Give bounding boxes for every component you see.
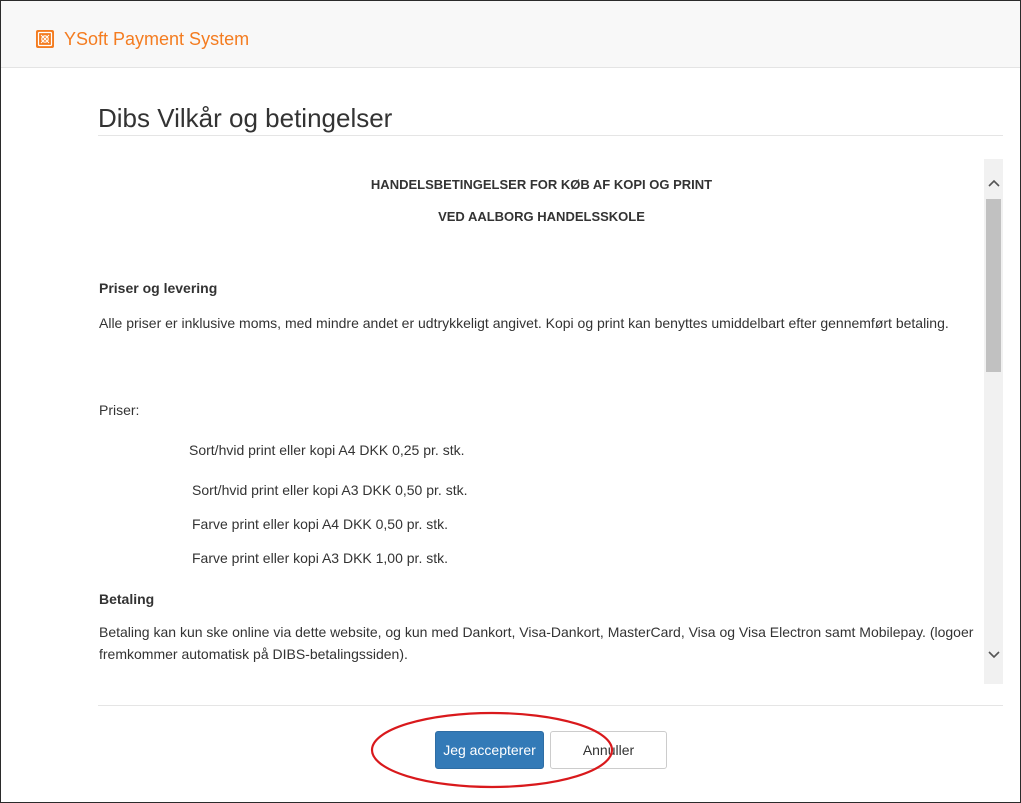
title-divider	[98, 135, 1003, 136]
terms-scrollbar[interactable]	[984, 159, 1003, 684]
price-line: Farve print eller kopi A3 DKK 1,00 pr. s…	[192, 550, 449, 566]
chevron-up-icon	[987, 179, 1000, 187]
price-line: Farve print eller kopi A4 DKK 0,50 pr. s…	[192, 516, 449, 532]
window: YSoft Payment System Dibs Vilkår og beti…	[0, 0, 1021, 803]
scroll-up-button[interactable]	[984, 173, 1003, 193]
terms-content[interactable]: HANDELSBETINGELSER FOR KØB AF KOPI OG PR…	[98, 159, 985, 684]
price-line: Sort/hvid print eller kopi A3 DKK 0,50 p…	[192, 482, 468, 498]
brand[interactable]: YSoft Payment System	[35, 27, 249, 51]
footer-divider	[98, 705, 1003, 706]
scroll-down-button[interactable]	[984, 645, 1003, 665]
navbar: YSoft Payment System	[1, 1, 1020, 68]
chevron-down-icon	[987, 651, 1000, 659]
section-title-payment: Betaling	[99, 591, 155, 607]
price-line: Sort/hvid print eller kopi A4 DKK 0,25 p…	[189, 442, 465, 458]
terms-heading-line2: VED AALBORG HANDELSSKOLE	[438, 209, 645, 224]
brand-name: YSoft Payment System	[64, 29, 250, 49]
page-title: Dibs Vilkår og betingelser	[98, 103, 393, 133]
scroll-thumb[interactable]	[986, 199, 1001, 372]
terms-heading-line1: HANDELSBETINGELSER FOR KØB AF KOPI OG PR…	[370, 177, 713, 192]
accept-button[interactable]: Jeg accepterer	[435, 731, 544, 769]
cancel-button[interactable]: Annuller	[550, 731, 667, 769]
section-text-payment: Betaling kan kun ske online via dette we…	[99, 624, 974, 662]
prices-label: Priser:	[99, 402, 140, 418]
section-text-prices: Alle priser er inklusive moms, med mindr…	[99, 315, 949, 331]
safe-icon	[36, 30, 54, 48]
section-title-prices: Priser og levering	[99, 280, 218, 296]
